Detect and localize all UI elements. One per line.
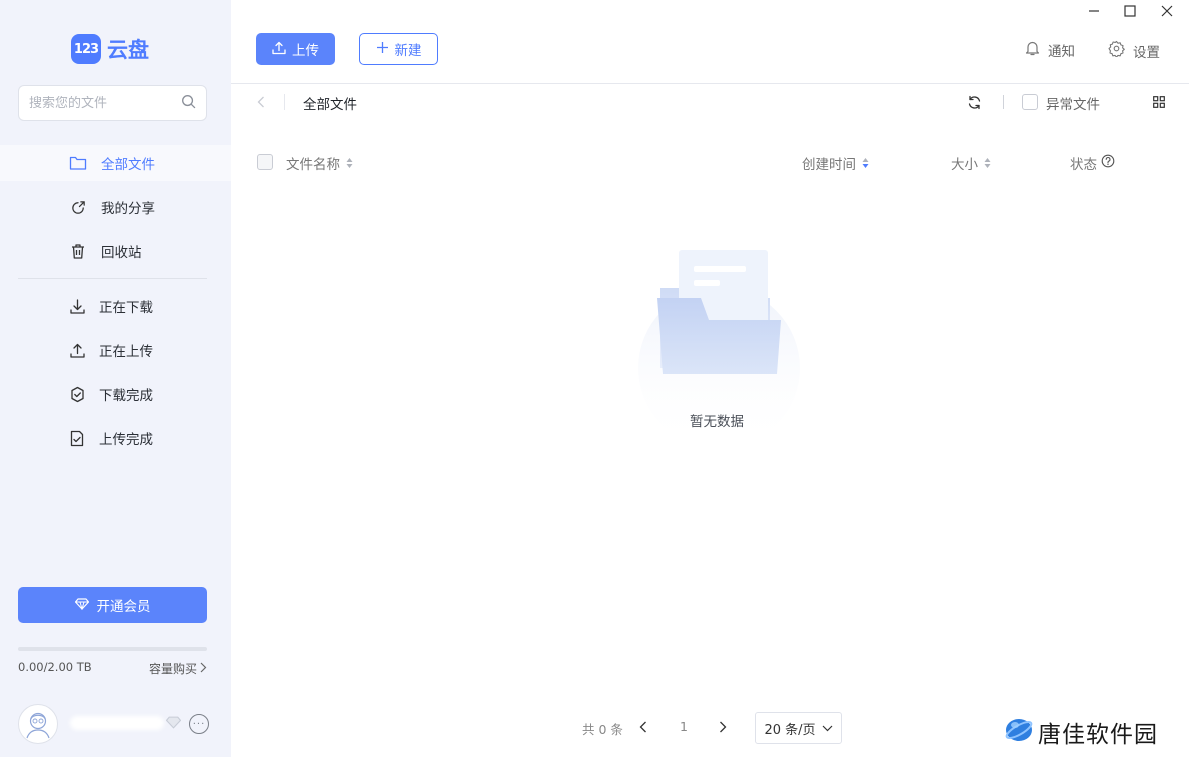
folder-icon xyxy=(69,154,87,172)
capacity-buy-label: 容量购买 xyxy=(148,662,197,676)
trash-icon xyxy=(69,242,87,260)
column-header-status: 状态 xyxy=(1070,153,1115,173)
avatar[interactable] xyxy=(18,704,58,744)
maximize-icon[interactable] xyxy=(1120,2,1140,20)
sidebar-item-label: 回收站 xyxy=(101,245,142,261)
upload-button[interactable]: 上传 xyxy=(256,33,335,65)
watermark-logo-icon xyxy=(1004,716,1034,748)
vip-button-label: 开通会员 xyxy=(96,599,151,614)
capacity-text: 0.00/2.00 TB xyxy=(18,660,92,674)
new-label: 新建 xyxy=(394,43,422,58)
sidebar-item-upload-done[interactable]: 上传完成 xyxy=(0,420,231,456)
sidebar-item-all-files[interactable]: 全部文件 xyxy=(0,145,231,181)
download-done-icon xyxy=(68,385,86,403)
page-number[interactable]: 1 xyxy=(680,719,688,734)
sidebar-divider xyxy=(18,278,207,279)
back-arrow-icon[interactable] xyxy=(253,94,269,110)
close-icon[interactable] xyxy=(1157,2,1177,20)
settings-button[interactable]: 设置 xyxy=(1108,40,1160,61)
column-label: 大小 xyxy=(951,157,978,173)
sidebar-item-downloading[interactable]: 正在下载 xyxy=(0,288,231,324)
breadcrumb[interactable]: 全部文件 xyxy=(303,93,357,113)
sidebar-item-label: 下载完成 xyxy=(99,388,153,404)
sidebar-item-uploading[interactable]: 正在上传 xyxy=(0,332,231,368)
search-input[interactable] xyxy=(29,95,181,111)
open-vip-button[interactable]: 开通会员 xyxy=(18,587,207,623)
vip-diamond-icon xyxy=(165,716,182,733)
column-label: 创建时间 xyxy=(802,157,856,173)
toolbar-divider xyxy=(231,83,1189,84)
more-options-icon[interactable]: ··· xyxy=(189,714,209,734)
upload-done-icon xyxy=(68,429,86,447)
column-label: 文件名称 xyxy=(286,157,340,173)
new-button[interactable]: 新建 xyxy=(359,33,438,65)
sidebar-item-recycle-bin[interactable]: 回收站 xyxy=(0,233,231,269)
diamond-icon xyxy=(74,597,89,613)
settings-label: 设置 xyxy=(1133,44,1160,61)
app-logo: 123 云盘 xyxy=(71,34,149,64)
sidebar-item-label: 上传完成 xyxy=(99,432,153,448)
sidebar-item-my-share[interactable]: 我的分享 xyxy=(0,189,231,225)
next-page-icon[interactable] xyxy=(716,720,730,734)
sort-desc-icon xyxy=(862,157,869,169)
page-size-select[interactable]: 20 条/页 xyxy=(755,712,842,744)
plus-icon xyxy=(376,41,389,57)
refresh-icon[interactable] xyxy=(966,94,982,110)
empty-state-text: 暂无数据 xyxy=(690,414,744,430)
upload-icon xyxy=(68,341,86,359)
upload-icon xyxy=(272,41,286,58)
capacity-bar xyxy=(18,647,207,651)
user-name-blurred xyxy=(70,716,164,730)
prev-page-icon[interactable] xyxy=(636,720,650,734)
sidebar-item-download-done[interactable]: 下载完成 xyxy=(0,376,231,412)
download-icon xyxy=(68,297,86,315)
notify-label: 通知 xyxy=(1048,44,1075,60)
column-label: 状态 xyxy=(1070,157,1097,173)
grid-view-icon[interactable] xyxy=(1152,95,1166,109)
pagination-total: 共 0 条 xyxy=(582,722,623,737)
watermark-text: 唐佳软件园 xyxy=(1038,722,1158,748)
sidebar: 123 云盘 全部文件 我的分享 回收站 正在下载 xyxy=(0,0,231,757)
capacity-buy-link[interactable]: 容量购买 xyxy=(149,660,207,677)
sidebar-item-label: 我的分享 xyxy=(101,201,155,217)
page-size-value: 20 条/页 xyxy=(764,722,816,738)
toolbar-separator xyxy=(1003,95,1004,109)
share-icon xyxy=(69,198,87,216)
abnormal-files-label: 异常文件 xyxy=(1046,97,1100,113)
gear-icon xyxy=(1108,40,1125,61)
logo-badge: 123 xyxy=(71,34,101,64)
sidebar-item-label: 全部文件 xyxy=(101,157,155,173)
minimize-icon[interactable] xyxy=(1084,2,1104,20)
chevron-right-icon xyxy=(200,662,207,676)
abnormal-files-checkbox[interactable] xyxy=(1022,94,1038,110)
select-all-checkbox[interactable] xyxy=(257,154,273,170)
sort-icon xyxy=(984,157,991,169)
breadcrumb-separator xyxy=(284,94,285,110)
sidebar-item-label: 正在上传 xyxy=(99,344,153,360)
column-header-created[interactable]: 创建时间 xyxy=(802,153,869,173)
column-header-size[interactable]: 大小 xyxy=(951,153,991,173)
search-box[interactable] xyxy=(18,85,207,121)
sidebar-item-label: 正在下载 xyxy=(99,300,153,316)
watermark: 唐佳软件园 xyxy=(1004,715,1158,749)
column-header-name[interactable]: 文件名称 xyxy=(286,153,353,173)
upload-label: 上传 xyxy=(292,43,319,58)
chevron-down-icon xyxy=(822,721,833,736)
search-icon[interactable] xyxy=(181,94,196,113)
help-icon[interactable] xyxy=(1101,154,1115,172)
bell-icon xyxy=(1025,40,1040,60)
sort-icon xyxy=(346,157,353,169)
logo-text: 云盘 xyxy=(107,38,149,62)
notification-button[interactable]: 通知 xyxy=(1025,40,1075,60)
